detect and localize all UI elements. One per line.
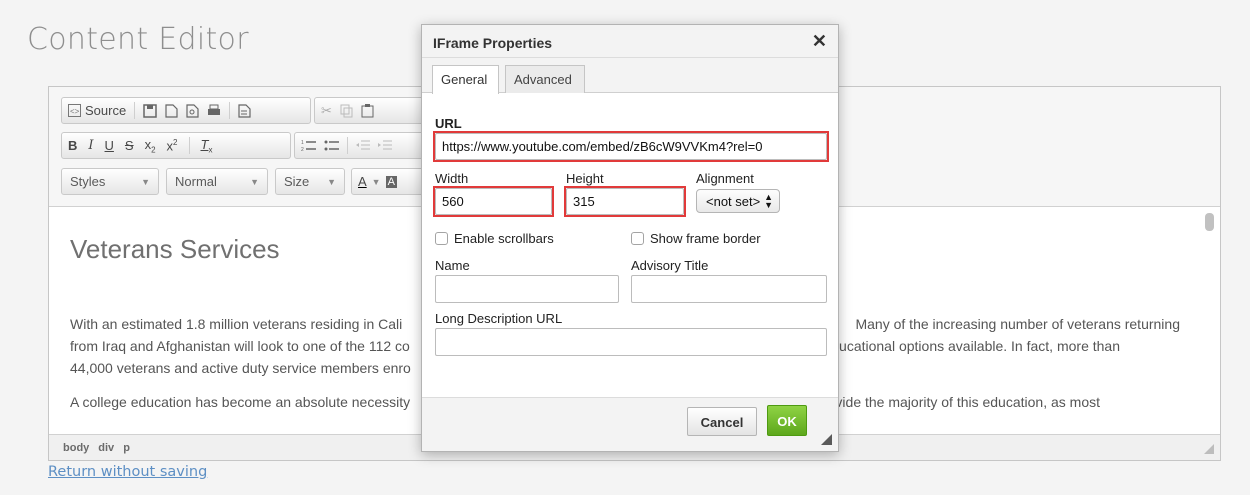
alignment-value: <not set>	[706, 194, 761, 209]
size-dropdown[interactable]: Size ▼	[275, 168, 345, 195]
path-item-div[interactable]: div	[98, 442, 114, 454]
select-arrows-icon: ▲ ▼	[764, 192, 773, 210]
url-input[interactable]: https://www.youtube.com/embed/zB6cW9VVKm…	[435, 133, 827, 160]
paragraph-line: Many of the increasing number of veteran…	[855, 316, 1180, 332]
tab-advanced[interactable]: Advanced	[505, 65, 585, 93]
advisory-title-input[interactable]	[631, 275, 827, 303]
page-title: Content Editor	[27, 22, 249, 57]
toolbar-separator	[188, 137, 190, 154]
width-label: Width	[435, 171, 469, 186]
url-label: URL	[435, 116, 462, 131]
toolbar-separator	[347, 137, 348, 154]
text-color-button[interactable]: A	[358, 174, 367, 189]
dialog-title-text: IFrame Properties	[433, 35, 553, 51]
tab-general[interactable]: General	[432, 65, 499, 94]
numbered-list-icon[interactable]: 12	[301, 139, 316, 152]
chevron-down-icon: ▼	[141, 176, 150, 187]
name-input[interactable]	[435, 275, 619, 303]
chevron-down-icon: ▼	[250, 176, 259, 187]
ok-button[interactable]: OK	[767, 405, 807, 436]
size-label: Size	[284, 174, 310, 189]
enable-scrollbars-label: Enable scrollbars	[454, 231, 554, 246]
close-icon[interactable]: ✕	[812, 31, 827, 52]
return-without-saving-link[interactable]: Return without saving	[48, 464, 207, 480]
styles-label: Styles	[70, 174, 106, 189]
styles-dropdown[interactable]: Styles ▼	[61, 168, 159, 195]
height-label: Height	[566, 171, 604, 186]
bold-button[interactable]: B	[68, 138, 77, 153]
text-color-label: A	[358, 174, 367, 189]
toolbar-separator	[134, 102, 136, 119]
alignment-label: Alignment	[696, 171, 754, 186]
paragraph-line: With an estimated 1.8 million veterans r…	[70, 316, 403, 332]
bg-color-button[interactable]: A	[385, 175, 397, 188]
preview-icon[interactable]	[186, 103, 199, 118]
iframe-properties-dialog: IFrame Properties ✕ General Advanced URL…	[421, 24, 839, 452]
format-label: Normal	[175, 174, 217, 189]
dialog-tabs: General Advanced	[422, 58, 838, 94]
svg-text:1: 1	[301, 140, 304, 146]
bulleted-list-icon[interactable]	[324, 139, 339, 152]
templates-icon[interactable]	[238, 103, 251, 118]
chevron-down-icon: ▼	[371, 176, 381, 187]
source-icon: <>	[68, 104, 81, 117]
paragraph-line: from Iraq and Afghanistan will look to o…	[70, 338, 410, 354]
show-frame-border-option[interactable]: Show frame border	[631, 231, 761, 246]
paragraph-line: 44,000 veterans and active duty service …	[70, 360, 411, 376]
width-input[interactable]: 560	[435, 188, 552, 215]
advisory-title-label: Advisory Title	[631, 258, 709, 273]
toolbar-group-clipboard: ✂	[314, 97, 424, 124]
dialog-title: IFrame Properties	[422, 25, 838, 58]
save-icon[interactable]	[143, 103, 157, 118]
toolbar-group-colors: A ▼ A	[351, 168, 424, 195]
alignment-select[interactable]: <not set> ▲ ▼	[696, 189, 780, 213]
new-page-icon[interactable]	[165, 103, 178, 118]
subscript-icon[interactable]: x2	[145, 137, 156, 155]
outdent-icon[interactable]	[356, 139, 370, 152]
toolbar-group-document: <> Source	[61, 97, 311, 124]
name-label: Name	[435, 258, 470, 273]
show-frame-border-checkbox[interactable]	[631, 232, 644, 245]
print-icon[interactable]	[207, 104, 221, 118]
paste-icon[interactable]	[361, 103, 374, 118]
dialog-body: URL https://www.youtube.com/embed/zB6cW9…	[422, 94, 838, 397]
indent-icon[interactable]	[378, 139, 392, 152]
path-item-p[interactable]: p	[123, 442, 130, 454]
source-label: Source	[85, 103, 127, 118]
paragraph-line: educational options available. In fact, …	[823, 338, 1120, 354]
toolbar-separator	[229, 102, 231, 119]
underline-button[interactable]: U	[105, 138, 114, 153]
resize-handle-icon[interactable]	[821, 434, 832, 445]
editor-scrollbar[interactable]	[1205, 213, 1214, 231]
height-input[interactable]: 315	[566, 188, 684, 215]
strikethrough-button[interactable]: S	[125, 138, 134, 153]
source-button[interactable]: <> Source	[68, 103, 126, 118]
cancel-button[interactable]: Cancel	[687, 407, 757, 436]
format-dropdown[interactable]: Normal ▼	[166, 168, 268, 195]
cut-icon[interactable]: ✂	[321, 103, 332, 119]
remove-format-icon[interactable]: Tx	[201, 137, 213, 155]
dialog-footer: Cancel OK	[422, 397, 838, 451]
paragraph-line: ovide the majority of this education, as…	[827, 394, 1100, 410]
enable-scrollbars-option[interactable]: Enable scrollbars	[435, 231, 554, 246]
show-frame-border-label: Show frame border	[650, 231, 761, 246]
long-description-url-label: Long Description URL	[435, 311, 563, 326]
svg-text:<>: <>	[70, 107, 80, 116]
italic-button[interactable]: I	[88, 138, 93, 153]
chevron-down-icon: ▼	[327, 176, 336, 187]
enable-scrollbars-checkbox[interactable]	[435, 232, 448, 245]
toolbar-group-lists: 12	[294, 132, 424, 159]
path-item-body[interactable]: body	[63, 442, 89, 454]
paragraph-line: A college education has become an absolu…	[70, 394, 411, 410]
superscript-icon[interactable]: x2	[167, 138, 178, 153]
bg-color-label: A	[387, 175, 395, 188]
toolbar-group-basicstyles: B I U S x2 x2 Tx	[61, 132, 291, 159]
resize-handle-icon[interactable]	[1204, 444, 1214, 454]
svg-text:2: 2	[301, 147, 304, 152]
copy-icon[interactable]	[340, 104, 353, 118]
long-description-url-input[interactable]	[435, 328, 827, 356]
